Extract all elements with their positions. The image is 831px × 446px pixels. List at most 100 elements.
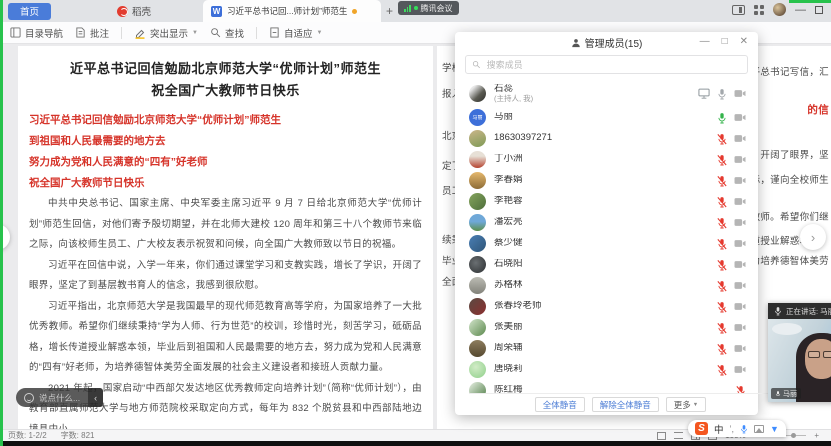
member-name: 蔡少健	[494, 238, 717, 248]
camera-icon[interactable]	[734, 239, 746, 248]
tab-docer-label: 稻壳	[132, 4, 151, 18]
mic-icon[interactable]	[717, 175, 727, 187]
camera-icon[interactable]	[734, 89, 746, 98]
camera-icon[interactable]	[734, 176, 746, 185]
input-method-bar: S 中 ’, ▼	[688, 420, 786, 437]
camera-icon[interactable]	[734, 344, 746, 353]
panel-minimize-button[interactable]: —	[700, 36, 710, 47]
member-row[interactable]: 李春娟	[455, 170, 758, 191]
member-row[interactable]: 马丽 马丽	[455, 107, 758, 128]
restore-button[interactable]	[815, 6, 823, 14]
camera-icon[interactable]	[734, 302, 746, 311]
word-count: 字数: 821	[61, 430, 95, 441]
mic-icon[interactable]	[717, 196, 727, 208]
tab-docer[interactable]: 稻壳	[109, 3, 159, 20]
camera-icon[interactable]	[734, 281, 746, 290]
member-role: (主持人, 我)	[494, 95, 698, 103]
tab-document[interactable]: W 习近平总书记回...师计划”师范生	[203, 0, 381, 22]
toc-nav-button[interactable]: 目录导航	[10, 26, 63, 40]
camera-icon[interactable]	[734, 323, 746, 332]
member-row[interactable]: 唐晓莉	[455, 359, 758, 380]
member-search-input[interactable]	[485, 59, 741, 71]
annotate-button[interactable]: 批注	[75, 26, 109, 40]
mic-icon[interactable]	[717, 343, 727, 355]
camera-icon[interactable]	[734, 218, 746, 227]
mic-icon[interactable]	[717, 154, 727, 166]
highlight-button[interactable]: 突出显示 ▼	[134, 26, 198, 40]
mic-icon[interactable]	[717, 301, 727, 313]
glasses	[808, 351, 831, 358]
punctuation-mode[interactable]: ’,	[730, 424, 735, 434]
camera-icon[interactable]	[734, 113, 746, 122]
mic-icon[interactable]	[736, 385, 746, 394]
annotate-icon	[75, 27, 86, 38]
mic-icon[interactable]	[717, 88, 727, 100]
read-mode-icon[interactable]	[657, 432, 666, 440]
mic-icon[interactable]	[717, 217, 727, 229]
member-row[interactable]: 丁小洲	[455, 149, 758, 170]
camera-icon[interactable]	[734, 197, 746, 206]
member-name: 唐晓莉	[494, 364, 717, 374]
mic-icon[interactable]	[717, 112, 727, 124]
member-row[interactable]: 李艳蓉	[455, 191, 758, 212]
more-button[interactable]: 更多▼	[666, 397, 706, 412]
mic-icon[interactable]	[717, 259, 727, 271]
danmaku-collapse-button[interactable]: ‹	[88, 388, 103, 407]
member-search-box[interactable]	[465, 55, 748, 74]
voice-input-icon[interactable]	[740, 424, 748, 434]
member-row[interactable]: 18630397271	[455, 128, 758, 149]
camera-icon[interactable]	[734, 134, 746, 143]
mic-icon[interactable]	[717, 364, 727, 376]
outline-view-icon[interactable]	[674, 432, 683, 439]
panel-maximize-button[interactable]: □	[722, 36, 728, 47]
member-row[interactable]: 苏格林	[455, 275, 758, 296]
more-label: 更多	[674, 399, 691, 411]
mic-icon[interactable]	[717, 280, 727, 292]
member-panel-header[interactable]: 管理成员(15) — □ ✕	[455, 32, 758, 49]
panel-close-button[interactable]: ✕	[740, 36, 748, 47]
doc-red-headline: 习近平总书记回信勉励北京师范大学“优师计划”师范生	[29, 110, 422, 131]
screenshot-icon[interactable]	[754, 425, 764, 433]
skin-icon[interactable]: ▼	[770, 424, 779, 434]
speaking-label: 正在讲话: 马丽	[786, 306, 831, 317]
member-row[interactable]: 潘宏亮	[455, 212, 758, 233]
danmaku-input[interactable]: 说点什么...	[16, 388, 88, 407]
unsaved-dot-icon	[352, 9, 357, 14]
minimize-button[interactable]: —	[795, 5, 806, 15]
sogou-logo-icon[interactable]: S	[695, 422, 708, 435]
meeting-status-pill[interactable]: 腾讯会议	[398, 1, 459, 15]
member-name: 李春娟	[494, 175, 717, 185]
mic-icon[interactable]	[717, 238, 727, 250]
member-row[interactable]: 陈红梅	[455, 380, 758, 393]
account-avatar[interactable]	[773, 3, 786, 16]
member-panel: 管理成员(15) — □ ✕ 石蕊 (主持人, 我)	[455, 32, 758, 415]
apps-grid-icon[interactable]	[754, 5, 764, 15]
fit-button[interactable]: 自适应 ▼	[269, 26, 322, 40]
member-row[interactable]: 石晓阳	[455, 254, 758, 275]
zoom-in-button[interactable]: +	[814, 431, 819, 440]
tab-home[interactable]: 首页	[8, 3, 51, 20]
member-row[interactable]: 石蕊 (主持人, 我)	[455, 80, 758, 107]
share-border-corner	[789, 0, 831, 3]
mic-icon	[774, 306, 782, 316]
unmute-all-button[interactable]: 解除全体静音	[592, 397, 659, 412]
member-row[interactable]: 张春玲老师	[455, 296, 758, 317]
doc-paragraph: 中共中央总书记、国家主席、中央军委主席习近平 9 月 7 日给北京师范大学“优师…	[29, 194, 422, 256]
mic-icon[interactable]	[717, 322, 727, 334]
layout-icon[interactable]	[732, 5, 745, 15]
member-row[interactable]: 张美丽	[455, 317, 758, 338]
member-row[interactable]: 周荣辅	[455, 338, 758, 359]
mute-all-button[interactable]: 全体静音	[535, 397, 585, 412]
next-page-button[interactable]: ›	[800, 224, 826, 250]
language-mode[interactable]: 中	[714, 422, 724, 436]
find-button[interactable]: 查找	[210, 26, 244, 40]
member-row[interactable]: 蔡少健	[455, 233, 758, 254]
camera-icon[interactable]	[734, 365, 746, 374]
camera-icon[interactable]	[734, 260, 746, 269]
mic-icon[interactable]	[717, 133, 727, 145]
doc-red-headline: 祝全国广大教师节日快乐	[29, 173, 422, 194]
new-tab-button[interactable]: +	[386, 4, 393, 18]
video-widget[interactable]: 正在讲话: 马丽 马丽	[768, 303, 831, 402]
zoom-slider-handle[interactable]	[791, 433, 796, 438]
camera-icon[interactable]	[734, 155, 746, 164]
